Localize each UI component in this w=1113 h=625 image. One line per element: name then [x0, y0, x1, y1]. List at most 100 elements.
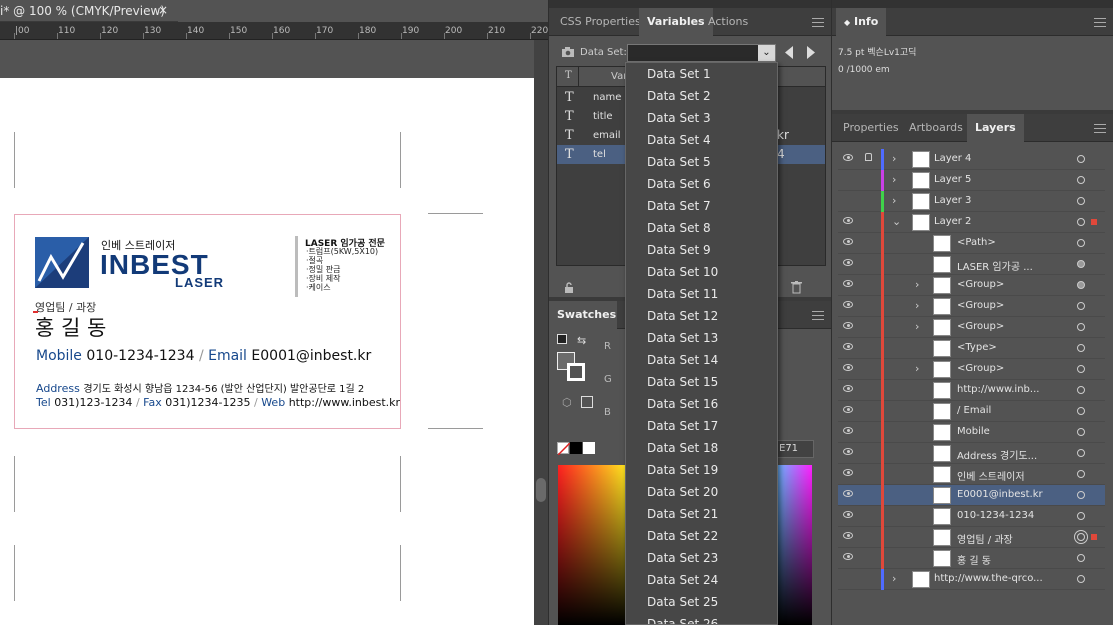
dataset-option[interactable]: Data Set 17	[626, 415, 777, 437]
tab-properties[interactable]: Properties	[835, 114, 907, 142]
target-icon[interactable]	[1077, 491, 1085, 499]
dataset-option[interactable]: Data Set 26	[626, 613, 777, 624]
dataset-option[interactable]: Data Set 18	[626, 437, 777, 459]
target-icon[interactable]	[1077, 407, 1085, 415]
layer-row[interactable]: 인베 스트레이저	[838, 464, 1105, 485]
layer-row[interactable]: LASER 임가공 ...	[838, 254, 1105, 275]
eye-icon[interactable]	[843, 280, 853, 287]
target-icon[interactable]	[1077, 428, 1085, 436]
eye-icon[interactable]	[843, 406, 853, 413]
layer-row[interactable]: 영업팀 / 과장	[838, 527, 1105, 548]
tab-css-properties[interactable]: CSS Properties	[552, 8, 649, 36]
eye-icon[interactable]	[843, 553, 853, 560]
previous-dataset-icon[interactable]	[784, 46, 794, 59]
eye-icon[interactable]	[843, 511, 853, 518]
target-icon[interactable]	[1077, 197, 1085, 205]
panel-menu-icon[interactable]	[812, 311, 824, 320]
panel-menu-icon[interactable]	[1094, 18, 1106, 27]
vertical-scrollbar[interactable]	[534, 40, 548, 625]
web-safe-swatch[interactable]	[581, 396, 593, 408]
target-icon[interactable]	[1077, 323, 1085, 331]
dataset-option[interactable]: Data Set 3	[626, 107, 777, 129]
dataset-option[interactable]: Data Set 10	[626, 261, 777, 283]
chevron-right-icon[interactable]: ›	[892, 194, 896, 207]
panel-menu-icon[interactable]	[1094, 124, 1106, 133]
target-icon[interactable]	[1077, 470, 1085, 478]
dataset-option[interactable]: Data Set 11	[626, 283, 777, 305]
layer-row[interactable]: <Path>	[838, 233, 1105, 254]
dataset-option[interactable]: Data Set 1	[626, 63, 777, 85]
layer-row[interactable]: Mobile	[838, 422, 1105, 443]
target-icon[interactable]	[1077, 575, 1085, 583]
chevron-right-icon[interactable]: ›	[892, 152, 896, 165]
eye-icon[interactable]	[843, 343, 853, 350]
layer-row[interactable]: › <Group>	[838, 296, 1105, 317]
eye-icon[interactable]	[843, 322, 853, 329]
dataset-option[interactable]: Data Set 13	[626, 327, 777, 349]
chevron-right-icon[interactable]: ›	[892, 572, 896, 585]
target-icon[interactable]	[1077, 281, 1085, 289]
chevron-right-icon[interactable]: ›	[915, 299, 919, 312]
target-icon[interactable]	[1077, 302, 1085, 310]
target-icon[interactable]	[1077, 260, 1085, 268]
document-tab[interactable]: i* @ 100 % (CMYK/Preview) ×	[0, 0, 178, 22]
scrollbar-thumb[interactable]	[536, 478, 546, 502]
layer-row[interactable]: ⌄ Layer 2	[838, 212, 1105, 233]
trash-icon[interactable]	[791, 281, 802, 294]
target-icon[interactable]	[1077, 239, 1085, 247]
horizontal-ruler[interactable]: |001101201301401501601701801902002102202…	[0, 22, 677, 40]
dataset-option[interactable]: Data Set 19	[626, 459, 777, 481]
layer-row[interactable]: 010-1234-1234	[838, 506, 1105, 527]
swap-colors-icon[interactable]: ⇆	[577, 334, 586, 347]
target-icon[interactable]	[1077, 512, 1085, 520]
dataset-option[interactable]: Data Set 20	[626, 481, 777, 503]
dataset-option[interactable]: Data Set 24	[626, 569, 777, 591]
stroke-color-swatch[interactable]	[567, 363, 585, 381]
layer-row[interactable]: › Layer 4	[838, 149, 1105, 170]
tab-actions[interactable]: Actions	[700, 8, 756, 36]
eye-icon[interactable]	[843, 427, 853, 434]
layer-row[interactable]: <Type>	[838, 338, 1105, 359]
none-swatch[interactable]	[557, 442, 571, 456]
hex-input[interactable]: E71	[776, 440, 814, 458]
layer-row[interactable]: http://www.inb...	[838, 380, 1105, 401]
chevron-down-icon[interactable]: ⌄	[758, 45, 775, 61]
dataset-option[interactable]: Data Set 22	[626, 525, 777, 547]
chevron-right-icon[interactable]: ›	[915, 278, 919, 291]
eye-icon[interactable]	[843, 301, 853, 308]
dataset-option[interactable]: Data Set 6	[626, 173, 777, 195]
chevron-down-icon[interactable]: ⌄	[892, 215, 901, 228]
camera-icon[interactable]	[561, 46, 575, 58]
dataset-option[interactable]: Data Set 9	[626, 239, 777, 261]
target-icon[interactable]	[1077, 365, 1085, 373]
target-icon[interactable]	[1077, 533, 1085, 541]
target-icon[interactable]	[1077, 218, 1085, 226]
dataset-option[interactable]: Data Set 15	[626, 371, 777, 393]
target-icon[interactable]	[1077, 449, 1085, 457]
layer-row[interactable]: › http://www.the-qrco...	[838, 569, 1105, 590]
dataset-option[interactable]: Data Set 14	[626, 349, 777, 371]
close-icon[interactable]: ×	[158, 3, 168, 17]
tab-layers[interactable]: Layers	[967, 114, 1024, 142]
dataset-option[interactable]: Data Set 2	[626, 85, 777, 107]
unlock-icon[interactable]	[564, 282, 574, 294]
chevron-right-icon[interactable]: ›	[892, 173, 896, 186]
cube-icon[interactable]: ⬡	[562, 396, 572, 409]
default-colors-icon[interactable]	[557, 334, 567, 344]
target-icon[interactable]	[1077, 386, 1085, 394]
target-icon[interactable]	[1077, 344, 1085, 352]
tab-artboards[interactable]: Artboards	[901, 114, 971, 142]
dataset-dropdown[interactable]: ⌄	[627, 44, 776, 62]
target-icon[interactable]	[1077, 554, 1085, 562]
dataset-dropdown-list[interactable]: Data Set 1 Data Set 2 Data Set 3 Data Set 4…	[625, 62, 778, 625]
eye-icon[interactable]	[843, 217, 853, 224]
dataset-option[interactable]: Data Set 21	[626, 503, 777, 525]
eye-icon[interactable]	[843, 448, 853, 455]
layer-row[interactable]: E0001@inbest.kr	[838, 485, 1105, 506]
eye-icon[interactable]	[843, 154, 853, 161]
eye-icon[interactable]	[843, 238, 853, 245]
layer-row[interactable]: Address 경기도...	[838, 443, 1105, 464]
black-swatch[interactable]	[570, 442, 582, 454]
chevron-right-icon[interactable]: ›	[915, 362, 919, 375]
dataset-option[interactable]: Data Set 23	[626, 547, 777, 569]
